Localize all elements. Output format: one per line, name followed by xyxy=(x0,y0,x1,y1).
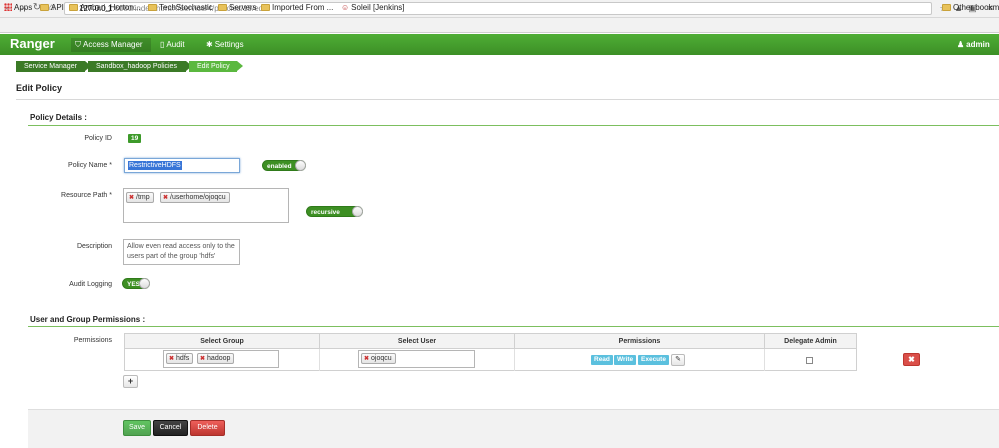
bookmark-apps[interactable]: Apps xyxy=(4,2,32,13)
group-tag[interactable]: ✖ hdfs xyxy=(166,353,194,364)
nav-label: Audit xyxy=(166,40,185,49)
breadcrumb-service-manager[interactable]: Service Manager xyxy=(16,61,91,72)
remove-row-button[interactable]: ✖ xyxy=(903,353,920,366)
permission-write-badge: Write xyxy=(614,355,637,365)
divider xyxy=(16,99,999,100)
remove-icon[interactable]: ✖ xyxy=(200,356,205,362)
breadcrumb-policies[interactable]: Sandbox_hadoop Policies xyxy=(88,61,192,72)
divider xyxy=(28,326,999,327)
tag-label: ojoqcu xyxy=(371,355,392,362)
nav-settings[interactable]: ✱ Settings xyxy=(206,38,244,52)
save-button[interactable]: Save xyxy=(123,420,151,436)
bookmark-label: Other bookm xyxy=(953,3,999,12)
bookmark-servers[interactable]: Servers xyxy=(218,2,257,13)
file-icon: ▯ xyxy=(160,40,165,49)
nav-label: Access Manager xyxy=(83,40,143,49)
folder-icon xyxy=(148,4,157,11)
remove-icon[interactable]: ✖ xyxy=(169,356,174,362)
permissions-label: Permissions xyxy=(73,337,112,344)
nav-access-manager[interactable]: ⛉ Access Manager xyxy=(71,38,151,52)
remove-icon[interactable]: ✖ xyxy=(129,195,134,201)
tag-label: hdfs xyxy=(176,355,190,362)
delegate-admin-checkbox[interactable] xyxy=(806,357,813,364)
permission-read-badge: Read xyxy=(591,355,613,365)
bookmark-label: Soleil [Jenkins] xyxy=(351,3,405,12)
resource-path-tag[interactable]: ✖/userhome/ojoqcu xyxy=(160,192,230,203)
bookmark-label: Apps xyxy=(14,3,33,12)
column-header: Delegate Admin xyxy=(765,334,856,349)
user-menu[interactable]: ♟ admin xyxy=(957,38,990,52)
toggle-knob xyxy=(295,160,306,171)
bookmark-techstochastic[interactable]: TechStochastic xyxy=(148,2,213,13)
page-title: Edit Policy xyxy=(16,83,63,93)
remove-icon[interactable]: ✖ xyxy=(364,356,369,362)
bookmark-label: Ambari_Horton... xyxy=(80,3,141,12)
toggle-knob xyxy=(139,278,150,289)
tag-label: /tmp xyxy=(136,194,150,201)
breadcrumb-edit-policy: Edit Policy xyxy=(189,61,243,72)
close-icon: ✖ xyxy=(908,355,915,364)
shield-icon: ⛉ xyxy=(75,40,81,49)
delete-button[interactable]: Delete xyxy=(190,420,225,436)
audit-logging-label: Audit Logging xyxy=(69,281,112,288)
policy-id-label: Policy ID xyxy=(84,135,112,142)
policy-name-value: RestrictiveHDFS xyxy=(128,161,182,170)
toggle-knob xyxy=(352,206,363,217)
plus-icon: + xyxy=(127,376,134,386)
resource-path-tag[interactable]: ✖/tmp xyxy=(126,192,154,203)
toggle-label: enabled xyxy=(267,163,292,170)
enabled-toggle[interactable]: enabled xyxy=(262,160,306,171)
section-title-permissions: User and Group Permissions : xyxy=(30,315,146,324)
user-name: admin xyxy=(966,40,990,49)
remove-icon[interactable]: ✖ xyxy=(163,195,168,201)
bookmark-label: TechStochastic xyxy=(159,3,213,12)
pencil-icon: ✎ xyxy=(675,356,681,363)
column-header: Select User xyxy=(320,334,515,349)
toggle-label: recursive xyxy=(311,209,340,216)
folder-icon xyxy=(40,4,49,11)
description-textarea[interactable]: Allow even read access only to the users… xyxy=(123,239,240,265)
brand-logo[interactable]: Ranger xyxy=(10,36,55,52)
recursive-toggle[interactable]: recursive xyxy=(306,206,363,217)
bookmark-other[interactable]: Other bookm xyxy=(942,2,999,13)
group-tag[interactable]: ✖ hadoop xyxy=(197,353,235,364)
audit-logging-toggle[interactable]: YES xyxy=(122,278,150,289)
gear-icon: ✱ xyxy=(206,40,213,49)
bookmark-label: Servers xyxy=(229,3,257,12)
tag-label: /userhome/ojoqcu xyxy=(170,194,226,201)
bookmark-label: Imported From ... xyxy=(272,3,334,12)
bookmark-jenkins[interactable]: ☺ Soleil [Jenkins] xyxy=(341,2,405,13)
folder-icon xyxy=(942,4,951,11)
section-title-policy-details: Policy Details : xyxy=(30,113,87,122)
policy-id-badge: 19 xyxy=(128,134,142,143)
cancel-button[interactable]: Cancel xyxy=(153,420,188,436)
nav-audit[interactable]: ▯ Audit xyxy=(160,38,185,52)
tag-label: hadoop xyxy=(207,355,231,362)
column-header: Select Group xyxy=(125,334,320,349)
jenkins-icon: ☺ xyxy=(341,3,350,12)
bookmark-ambari[interactable]: Ambari_Horton... xyxy=(69,2,140,13)
folder-icon xyxy=(69,4,78,11)
user-icon: ♟ xyxy=(957,40,965,49)
edit-permissions-button[interactable]: ✎ xyxy=(671,354,685,366)
bookmarks-bar xyxy=(0,18,999,33)
bookmark-label: API xyxy=(51,3,64,12)
permission-execute-badge: Execute xyxy=(638,355,669,365)
bookmark-imported[interactable]: Imported From ... xyxy=(261,2,333,13)
folder-icon xyxy=(261,4,270,11)
resource-path-label: Resource Path * xyxy=(61,192,112,199)
column-header: Permissions xyxy=(515,334,765,349)
nav-label: Settings xyxy=(214,40,244,49)
divider xyxy=(28,125,999,126)
description-label: Description xyxy=(76,243,112,250)
folder-icon xyxy=(218,4,227,11)
apps-icon xyxy=(4,3,12,11)
bookmark-api[interactable]: API xyxy=(40,2,64,13)
add-row-button[interactable]: + xyxy=(123,375,138,388)
user-tag[interactable]: ✖ ojoqcu xyxy=(361,353,396,364)
policy-name-label: Policy Name * xyxy=(68,162,112,169)
